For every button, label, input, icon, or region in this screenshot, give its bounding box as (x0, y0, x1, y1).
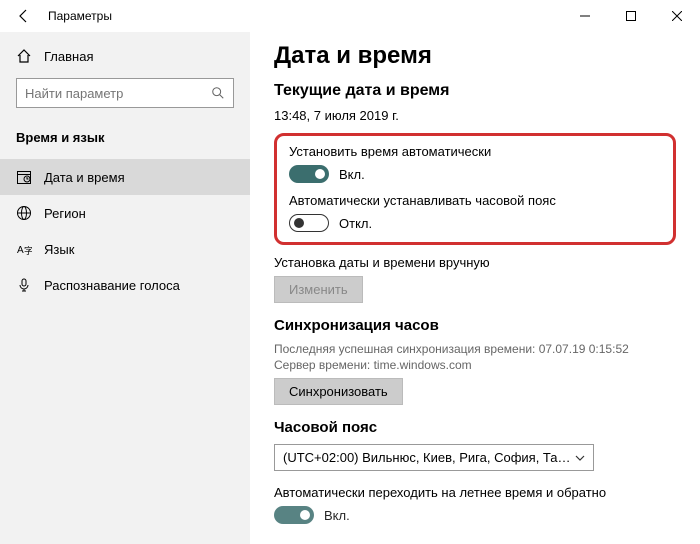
manual-datetime-heading: Установка даты и времени вручную (274, 255, 676, 270)
current-datetime-value: 13:48, 7 июля 2019 г. (274, 108, 676, 123)
auto-timezone-state: Откл. (339, 216, 372, 231)
sidebar-item-region[interactable]: Регион (0, 195, 250, 231)
sidebar-item-label: Дата и время (44, 170, 125, 185)
globe-icon (16, 205, 32, 221)
auto-timezone-toggle[interactable] (289, 214, 329, 232)
sidebar-item-language[interactable]: A字 Язык (0, 231, 250, 267)
window-controls (562, 0, 700, 32)
home-label: Главная (44, 49, 93, 64)
search-field[interactable] (25, 86, 211, 101)
home-icon (16, 48, 32, 64)
sidebar-item-speech[interactable]: Распознавание голоса (0, 267, 250, 303)
auto-time-toggle[interactable] (289, 165, 329, 183)
window-title: Параметры (48, 9, 112, 23)
svg-text:字: 字 (24, 245, 32, 256)
sidebar-item-label: Регион (44, 206, 86, 221)
timezone-heading: Часовой пояс (274, 419, 676, 436)
timezone-dropdown[interactable]: (UTC+02:00) Вильнюс, Киев, Рига, София, … (274, 444, 594, 471)
chevron-down-icon (575, 453, 585, 463)
auto-time-state: Вкл. (339, 167, 365, 182)
home-nav-item[interactable]: Главная (0, 40, 250, 72)
calendar-clock-icon (16, 169, 32, 185)
sidebar-section-title: Время и язык (0, 120, 250, 159)
auto-time-label: Установить время автоматически (289, 144, 661, 159)
highlighted-settings-box: Установить время автоматически Вкл. Авто… (274, 133, 676, 245)
svg-text:A: A (17, 245, 24, 256)
sync-button[interactable]: Синхронизовать (274, 378, 403, 405)
sync-server: Сервер времени: time.windows.com (274, 358, 676, 372)
close-button[interactable] (654, 0, 700, 32)
timezone-selected: (UTC+02:00) Вильнюс, Киев, Рига, София, … (283, 450, 575, 465)
dst-toggle[interactable] (274, 506, 314, 524)
content-area[interactable]: Дата и время Текущие дата и время 13:48,… (250, 32, 700, 544)
sidebar-item-date-time[interactable]: Дата и время (0, 159, 250, 195)
search-input[interactable] (16, 78, 234, 108)
auto-timezone-label: Автоматически устанавливать часовой пояс (289, 193, 661, 208)
microphone-icon (16, 277, 32, 293)
sidebar: Главная Время и язык Дата и время Регион (0, 32, 250, 544)
back-button[interactable] (8, 0, 40, 32)
dst-state: Вкл. (324, 508, 350, 523)
language-icon: A字 (16, 241, 32, 257)
titlebar: Параметры (0, 0, 700, 32)
dst-label: Автоматически переходить на летнее время… (274, 485, 676, 500)
sync-heading: Синхронизация часов (274, 317, 676, 334)
sync-last: Последняя успешная синхронизация времени… (274, 342, 676, 356)
change-button: Изменить (274, 276, 363, 303)
page-title: Дата и время (274, 42, 676, 70)
maximize-button[interactable] (608, 0, 654, 32)
sidebar-item-label: Распознавание голоса (44, 278, 180, 293)
sidebar-item-label: Язык (44, 242, 74, 257)
current-datetime-heading: Текущие дата и время (274, 82, 676, 100)
search-icon (211, 86, 225, 100)
minimize-button[interactable] (562, 0, 608, 32)
